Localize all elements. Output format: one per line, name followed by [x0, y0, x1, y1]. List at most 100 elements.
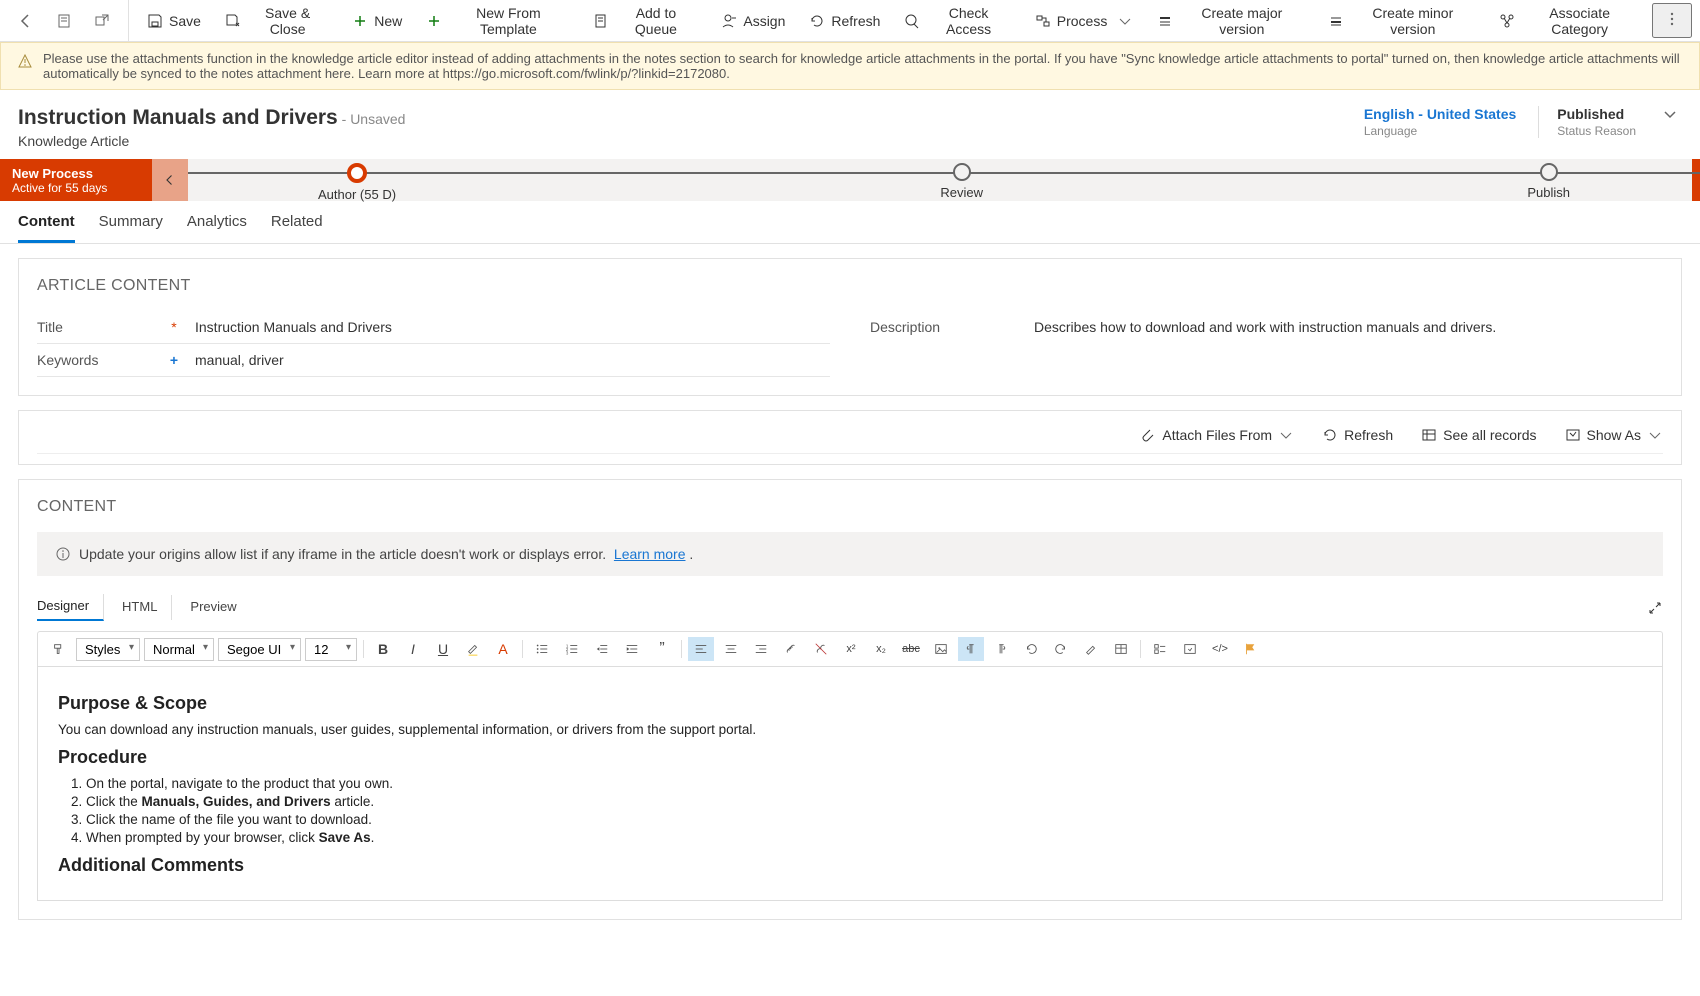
process-collapse[interactable] — [152, 159, 188, 201]
bullets-button[interactable] — [529, 637, 555, 661]
info-banner: Update your origins allow list if any if… — [37, 532, 1663, 576]
paragraph: You can download any instruction manuals… — [58, 722, 1642, 737]
header-status[interactable]: Published Status Reason — [1538, 106, 1636, 138]
new-button[interactable]: New — [342, 7, 412, 35]
back-button[interactable] — [8, 7, 44, 35]
underline-button[interactable]: U — [430, 637, 456, 661]
align-center-button[interactable] — [718, 637, 744, 661]
add-queue-button[interactable]: Add to Queue — [583, 0, 708, 43]
title-field[interactable]: Title * Instruction Manuals and Drivers — [37, 311, 830, 344]
tab-designer[interactable]: Designer — [37, 594, 104, 621]
required-marker: * — [167, 319, 181, 335]
entity-name: Knowledge Article — [18, 133, 405, 149]
list-item: Click the Manuals, Guides, and Drivers a… — [86, 794, 1642, 809]
tab-related[interactable]: Related — [271, 213, 323, 243]
embed-button[interactable] — [1177, 637, 1203, 661]
process-badge[interactable]: New Process Active for 55 days — [0, 159, 152, 201]
align-left-button[interactable] — [688, 637, 714, 661]
expand-icon[interactable] — [1647, 600, 1663, 616]
clear-format-button[interactable] — [1078, 637, 1104, 661]
stage-publish[interactable]: Publish — [1527, 163, 1570, 202]
italic-button[interactable]: I — [400, 637, 426, 661]
tab-summary[interactable]: Summary — [99, 213, 163, 243]
heading-procedure: Procedure — [58, 747, 1642, 768]
indent-button[interactable] — [619, 637, 645, 661]
panel-icon-button[interactable] — [46, 7, 82, 35]
refresh-button[interactable]: Refresh — [799, 7, 890, 35]
strikethrough-button[interactable]: abc — [898, 637, 924, 661]
unsaved-badge: - Unsaved — [342, 111, 406, 127]
save-button[interactable]: Save — [137, 7, 211, 35]
process-button[interactable]: Process — [1025, 7, 1144, 35]
notification-bar: Please use the attachments function in t… — [0, 42, 1700, 90]
undo-button[interactable] — [1018, 637, 1044, 661]
stage-author[interactable]: Author (55 D) — [318, 163, 396, 202]
description-field[interactable]: Description Describes how to download an… — [870, 311, 1663, 343]
highlight-button[interactable] — [460, 637, 486, 661]
font-select[interactable]: Segoe UI — [218, 638, 301, 661]
heading-additional: Additional Comments — [58, 855, 1642, 876]
attach-refresh-button[interactable]: Refresh — [1322, 427, 1393, 443]
popout-icon — [94, 13, 110, 29]
stage-review[interactable]: Review — [940, 163, 983, 202]
format-select[interactable]: Normal — [144, 638, 214, 661]
more-button[interactable] — [1652, 3, 1692, 38]
plus-icon — [352, 13, 368, 29]
procedure-list: On the portal, navigate to the product t… — [86, 776, 1642, 845]
queue-icon — [593, 13, 609, 29]
font-color-button[interactable]: A — [490, 637, 516, 661]
superscript-button[interactable]: x² — [838, 637, 864, 661]
back-icon — [18, 13, 34, 29]
save-close-button[interactable]: Save & Close — [215, 0, 338, 43]
tab-content[interactable]: Content — [18, 213, 75, 243]
keywords-field[interactable]: Keywords + manual, driver — [37, 344, 830, 377]
styles-select[interactable]: Styles — [76, 638, 140, 661]
new-template-button[interactable]: New From Template — [416, 0, 578, 43]
editor-content[interactable]: Purpose & Scope You can download any ins… — [37, 666, 1663, 901]
header-expand[interactable] — [1658, 106, 1682, 122]
create-minor-button[interactable]: Create minor version — [1318, 0, 1485, 43]
create-major-button[interactable]: Create major version — [1147, 0, 1314, 43]
check-access-button[interactable]: Check Access — [894, 0, 1020, 43]
todo-button[interactable] — [1147, 637, 1173, 661]
popout-button[interactable] — [84, 7, 120, 35]
outdent-button[interactable] — [589, 637, 615, 661]
attach-files-from-button[interactable]: Attach Files From — [1140, 427, 1294, 443]
flag-button[interactable] — [1237, 637, 1263, 661]
article-content-panel: ARTICLE CONTENT Title * Instruction Manu… — [18, 258, 1682, 396]
ltr-button[interactable] — [958, 637, 984, 661]
associate-button[interactable]: Associate Category — [1489, 0, 1648, 43]
assign-button[interactable]: Assign — [711, 7, 795, 35]
major-icon — [1157, 13, 1173, 29]
quote-button[interactable]: ” — [649, 637, 675, 661]
header-language[interactable]: English - United States Language — [1364, 106, 1516, 138]
size-select[interactable]: 12 — [305, 638, 357, 661]
image-button[interactable] — [928, 637, 954, 661]
rtl-button[interactable] — [988, 637, 1014, 661]
source-button[interactable]: </> — [1207, 637, 1233, 661]
numbering-button[interactable]: 123 — [559, 637, 585, 661]
subscript-button[interactable]: x₂ — [868, 637, 894, 661]
unlink-button[interactable] — [808, 637, 834, 661]
tab-analytics[interactable]: Analytics — [187, 213, 247, 243]
redo-button[interactable] — [1048, 637, 1074, 661]
table-button[interactable] — [1108, 637, 1134, 661]
chevron-down-icon — [1117, 13, 1133, 29]
learn-more-link[interactable]: Learn more — [614, 546, 686, 562]
see-all-records-button[interactable]: See all records — [1421, 427, 1536, 443]
info-icon — [55, 546, 71, 562]
chevron-down-icon — [1647, 427, 1663, 443]
format-painter-button[interactable] — [46, 637, 72, 661]
panel-heading: ARTICLE CONTENT — [37, 277, 1663, 295]
tab-preview[interactable]: Preview — [190, 595, 250, 620]
align-right-button[interactable] — [748, 637, 774, 661]
minor-icon — [1328, 13, 1344, 29]
warning-icon — [17, 53, 33, 69]
link-button[interactable] — [778, 637, 804, 661]
show-as-button[interactable]: Show As — [1565, 427, 1663, 443]
category-icon — [1499, 13, 1515, 29]
editor-toolbar: Styles Normal Segoe UI 12 B I U A 123 ” … — [37, 631, 1663, 666]
tab-html[interactable]: HTML — [122, 595, 172, 620]
bold-button[interactable]: B — [370, 637, 396, 661]
plus-icon — [426, 13, 442, 29]
